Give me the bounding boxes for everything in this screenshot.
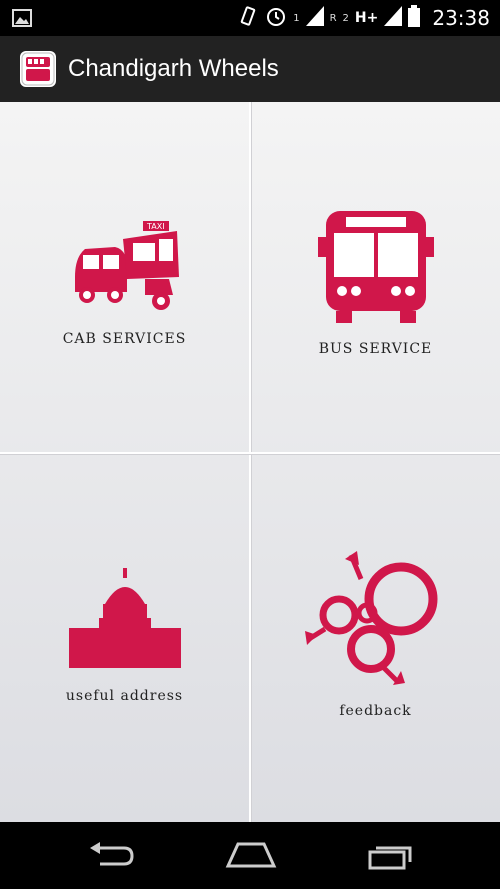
- tile-label-address: useful address: [65, 687, 184, 704]
- recents-icon[interactable]: [366, 840, 416, 874]
- vibrate-icon: [237, 5, 259, 31]
- roaming-label: R: [329, 12, 337, 24]
- tile-label-cab: CAB SERVICES: [62, 330, 187, 347]
- taxi-icon: TAXI: [65, 217, 185, 321]
- svg-text:TAXI: TAXI: [146, 222, 165, 231]
- network-type: H+: [354, 10, 379, 26]
- tile-label-feedback: feedback: [339, 702, 412, 719]
- signal1-icon: [305, 6, 324, 30]
- tile-label-bus: BUS SERVICE: [318, 340, 433, 357]
- alarm-icon: [265, 5, 287, 31]
- tile-cab-services[interactable]: TAXI CAB SERVICES: [0, 102, 249, 461]
- back-icon[interactable]: [86, 840, 136, 874]
- navigation-bar: [0, 822, 500, 889]
- action-bar: Chandigarh Wheels: [0, 36, 500, 102]
- building-icon: [65, 564, 185, 678]
- gallery-notification-icon: [12, 9, 32, 31]
- main-grid: TAXI CAB SERVICES BUS SERVICE useful add…: [0, 102, 500, 822]
- tile-bus-service[interactable]: BUS SERVICE: [251, 102, 500, 461]
- battery-icon: [408, 5, 421, 31]
- status-bar: 1 R 2 H+ 23:38: [0, 0, 500, 36]
- home-icon[interactable]: [224, 840, 278, 874]
- sim1-label: 1: [293, 12, 300, 24]
- tile-useful-address[interactable]: useful address: [0, 454, 249, 813]
- clock: 23:38: [432, 6, 490, 30]
- feedback-icon: [301, 549, 451, 693]
- signal2-icon: [384, 6, 403, 30]
- app-logo[interactable]: [20, 51, 56, 87]
- tile-feedback[interactable]: feedback: [251, 454, 500, 813]
- bus-icon: [316, 207, 436, 331]
- status-icons: 1 R 2 H+ 23:38: [237, 0, 490, 36]
- sim2-label: 2: [342, 12, 349, 24]
- app-title: Chandigarh Wheels: [68, 55, 279, 82]
